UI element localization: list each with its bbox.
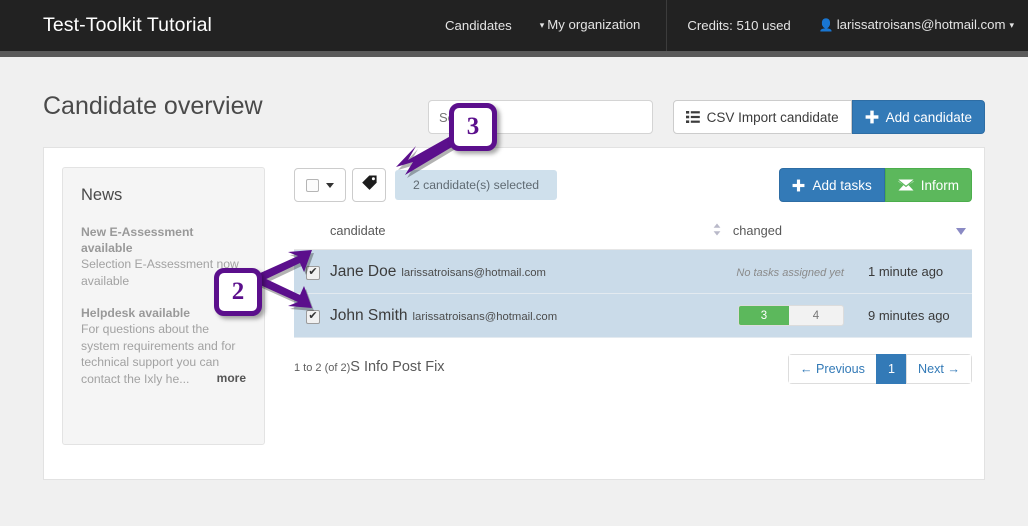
- candidate-email: larissatroisans@hotmail.com: [412, 310, 558, 323]
- candidate-table-area: 2 candidate(s) selected Add tasks Inform…: [294, 166, 972, 392]
- column-header-candidate[interactable]: candidate: [294, 222, 654, 250]
- nav-link-my-organization[interactable]: ▾ My organization: [526, 0, 655, 52]
- add-candidate-label: Add candidate: [885, 109, 972, 125]
- annotation-3: 3: [449, 103, 497, 151]
- table-row[interactable]: ✔ John Smith larissatroisans@hotmail.com …: [294, 293, 972, 338]
- brand-title[interactable]: Test-Toolkit Tutorial: [43, 14, 212, 37]
- person-icon: 👤: [818, 18, 834, 32]
- annotation-2-arrows: [258, 250, 314, 311]
- add-tasks-button[interactable]: Add tasks: [779, 168, 885, 202]
- task-progress-done: 3: [739, 306, 789, 325]
- toolbar-right-group: Add tasks Inform: [779, 168, 972, 202]
- plus-icon: [865, 110, 879, 124]
- checkbox-icon: [306, 178, 319, 192]
- nav-link-candidates[interactable]: Candidates: [431, 0, 526, 51]
- navbar-right-group: Candidates ▾ My organization Credits: 510…: [431, 0, 1028, 51]
- user-menu[interactable]: 👤 larissatroisans@hotmail.com ▾: [805, 0, 1028, 52]
- navbar-underline: [0, 51, 1028, 57]
- candidate-cell: Jane Doe larissatroisans@hotmail.com: [330, 249, 654, 294]
- candidate-table-body: ✔ Jane Doe larissatroisans@hotmail.com No…: [294, 249, 972, 338]
- user-menu-label: larissatroisans@hotmail.com: [836, 17, 1006, 32]
- select-all-dropdown[interactable]: [294, 168, 346, 202]
- column-header-changed-label: changed: [732, 223, 782, 238]
- candidate-table-head: candidate changed: [294, 222, 972, 250]
- changed-cell: 9 minutes ago: [854, 293, 972, 338]
- task-status-cell: No tasks assigned yet: [653, 249, 854, 294]
- credits-label: Credits: 510 used: [687, 18, 791, 33]
- page-title: Candidate overview: [43, 92, 263, 120]
- top-navbar: Test-Toolkit Tutorial Candidates ▾ My org…: [0, 0, 1028, 51]
- sort-updown-icon: [713, 223, 721, 239]
- table-row[interactable]: ✔ Jane Doe larissatroisans@hotmail.com No…: [294, 249, 972, 294]
- caret-down-icon: [326, 182, 334, 188]
- plus-icon: [792, 179, 805, 192]
- table-header-row: candidate changed: [294, 222, 972, 250]
- changed-cell: 1 minute ago: [854, 249, 972, 294]
- annotation-2: 2: [214, 268, 262, 316]
- caret-down-icon: ▾: [539, 20, 545, 30]
- csv-import-candidate-label: CSV Import candidate: [706, 109, 839, 125]
- header-button-group: CSV Import candidate Add candidate: [672, 100, 985, 134]
- news-item-heading: New E-Assessment available: [81, 225, 194, 255]
- candidate-table: candidate changed ✔ Jane Doe larissatroi…: [294, 222, 972, 338]
- pagination-info-postfix: S Info Post Fix: [350, 359, 445, 375]
- caret-down-icon: ▾: [1009, 20, 1014, 30]
- list-icon: [685, 111, 700, 123]
- task-progress-bar[interactable]: 3 4: [738, 305, 844, 326]
- candidate-cell: John Smith larissatroisans@hotmail.com: [330, 293, 654, 338]
- news-panel-title: News: [81, 186, 123, 204]
- column-header-changed[interactable]: changed: [653, 222, 854, 250]
- pagination-previous-button[interactable]: ← Previous: [787, 354, 876, 384]
- nav-link-my-organization-label: My organization: [547, 17, 641, 32]
- csv-import-candidate-button[interactable]: CSV Import candidate: [672, 100, 852, 134]
- inform-button[interactable]: Inform: [884, 168, 972, 202]
- table-footer: 1 to 2 (of 2)S Info Post Fix ← Previous …: [294, 354, 972, 392]
- news-more-link[interactable]: more: [210, 370, 246, 385]
- column-menu-button[interactable]: [854, 222, 972, 250]
- task-progress-cell: 3 4: [653, 293, 854, 338]
- caret-down-icon: [956, 227, 966, 235]
- task-progress-total: 4: [812, 309, 820, 322]
- inform-label: Inform: [920, 177, 959, 193]
- pagination-info: 1 to 2 (of 2): [294, 362, 351, 374]
- news-item: Helpdesk available For questions about t…: [81, 305, 246, 387]
- navbar-divider: [666, 0, 668, 51]
- envelope-icon: [898, 179, 914, 191]
- pagination: ← Previous 1 Next →: [787, 354, 972, 384]
- pagination-next-button[interactable]: Next →: [906, 354, 972, 384]
- candidate-email: larissatroisans@hotmail.com: [401, 266, 546, 279]
- candidate-name[interactable]: Jane Doe: [330, 263, 396, 280]
- selection-count-label: 2 candidate(s) selected: [413, 178, 540, 192]
- add-tasks-label: Add tasks: [812, 177, 872, 193]
- add-candidate-button[interactable]: Add candidate: [851, 100, 985, 134]
- page-header: Candidate overview CSV Import candidate: [43, 92, 985, 137]
- no-tasks-label: No tasks assigned yet: [736, 267, 844, 279]
- pagination-page-1-button[interactable]: 1: [875, 354, 906, 384]
- main-content-card: News New E-Assessment available Selectio…: [43, 147, 985, 480]
- candidate-name[interactable]: John Smith: [330, 307, 408, 324]
